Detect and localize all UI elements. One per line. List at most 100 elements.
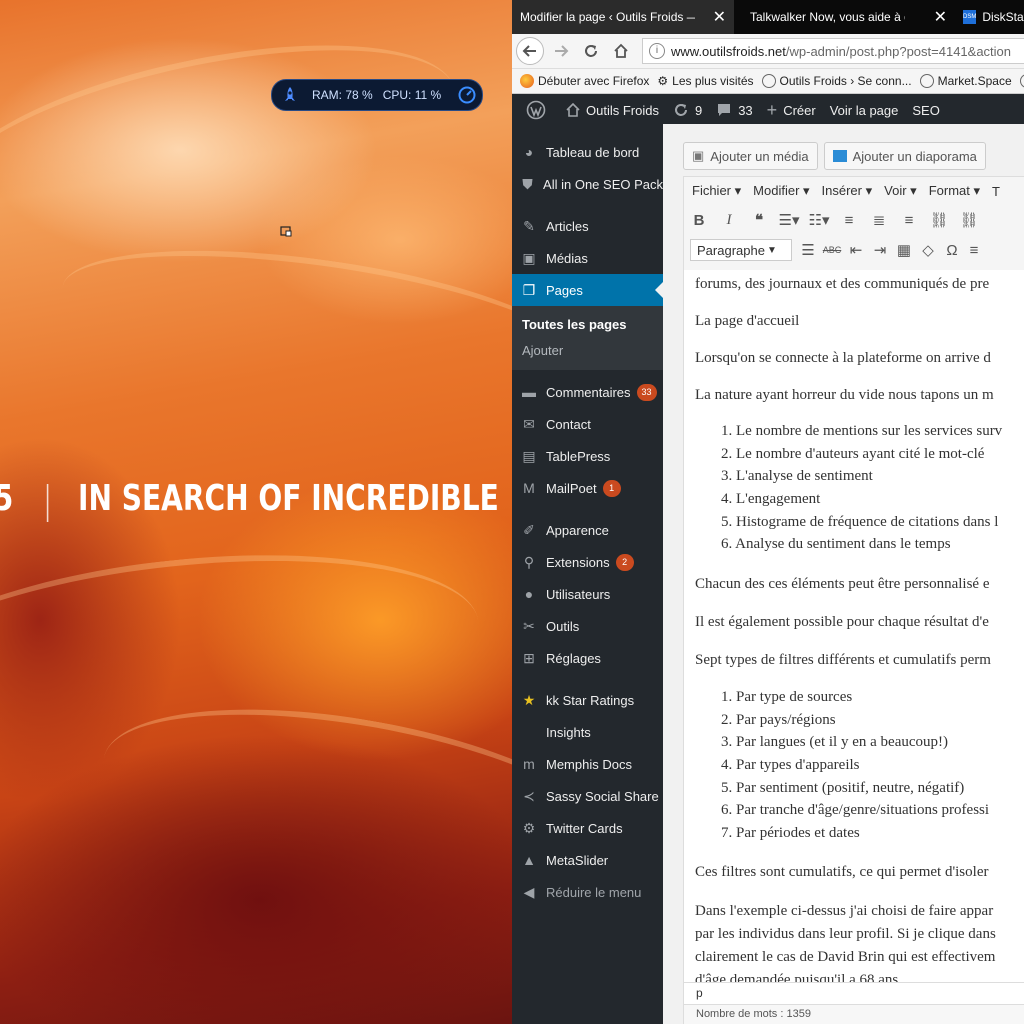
sidebar-item-tablepress[interactable]: ▤ TablePress <box>512 440 663 472</box>
updates-link[interactable]: 9 <box>673 102 702 118</box>
indent-icon[interactable]: ⇥ <box>868 241 892 259</box>
brush-icon: ✐ <box>523 521 535 538</box>
list-item: 7. Par périodes et dates <box>721 825 860 842</box>
info-icon[interactable]: i <box>649 43 665 59</box>
sidebar-item-twitter-cards[interactable]: ⚙ Twitter Cards <box>512 812 663 844</box>
menu-edit[interactable]: Modifier ▾ <box>753 183 809 199</box>
new-content-link[interactable]: + Créer <box>767 100 816 121</box>
sidebar-item-dashboard[interactable]: ◕ Tableau de bord <box>512 136 663 168</box>
sidebar-item-kkstar[interactable]: ★ kk Star Ratings <box>512 684 663 716</box>
paste-icon[interactable]: ▦ <box>892 241 916 259</box>
more-icon[interactable]: ≡ <box>964 242 984 259</box>
seo-menu[interactable]: SEO <box>912 103 939 118</box>
submenu-all-pages[interactable]: Toutes les pages <box>512 312 663 338</box>
sidebar-item-appearance[interactable]: ✐ Apparence <box>512 514 663 546</box>
view-page-link[interactable]: Voir la page <box>830 103 899 118</box>
home-icon <box>614 43 628 58</box>
submenu-add-page[interactable]: Ajouter <box>512 338 663 364</box>
extensions-badge: 2 <box>615 553 634 571</box>
strikethrough-icon[interactable]: ABC <box>820 245 844 255</box>
sidebar-item-memphis[interactable]: m Memphis Docs <box>512 748 663 780</box>
collapse-icon: ◀ <box>523 883 535 900</box>
editor-toolbar: Fichier ▾ Modifier ▾ Insérer ▾ Voir ▾ Fo… <box>683 176 1024 272</box>
sidebar-item-metaslider[interactable]: ▲ MetaSlider <box>512 844 663 876</box>
comments-count: 33 <box>738 102 753 118</box>
wp-admin-bar: Outils Froids 9 33 + Créer Voir la page … <box>512 94 1024 126</box>
sidebar-item-contact[interactable]: ✉ Contact <box>512 408 663 440</box>
sidebar-item-extensions[interactable]: ⚲ Extensions 2 <box>512 546 663 578</box>
sidebar-item-comments[interactable]: ▬ Commentaires 33 <box>512 376 663 408</box>
bookmark-more[interactable] <box>1019 74 1024 88</box>
sidebar-collapse[interactable]: ◀ Réduire le menu <box>512 876 663 908</box>
editor-icon-row-1: B I ❝ ☰▾ ☷▾ ≡ ≣ ≡ ⛓ ⛓ <box>684 205 1024 235</box>
share-icon: ≺ <box>523 787 535 804</box>
bookmark-outils-froids[interactable]: Outils Froids › Se conn... <box>761 74 912 88</box>
link-icon[interactable]: ⛓ <box>924 211 954 229</box>
list-item: 6. Par tranche d'âge/genre/situations pr… <box>721 802 990 819</box>
updates-count: 9 <box>694 102 703 118</box>
bold-icon[interactable]: B <box>684 212 714 229</box>
add-media-button[interactable]: ▣ Ajouter un média <box>683 142 818 170</box>
blockquote-icon[interactable]: ❝ <box>744 211 774 229</box>
system-monitor-widget[interactable]: RAM: 78 % CPU: 11 % <box>271 79 483 111</box>
tab-edit-page[interactable]: Modifier la page ‹ Outils Froids — W ✕ <box>512 0 734 34</box>
sidebar-item-insights[interactable]: Insights <box>512 716 663 748</box>
justify-icon[interactable]: ☰ <box>796 241 820 259</box>
menu-insert[interactable]: Insérer ▾ <box>822 183 873 199</box>
numbered-list-icon[interactable]: ☷▾ <box>804 211 834 229</box>
tab-talkwalker[interactable]: Talkwalker Now, vous aide à dé ✕ <box>734 0 955 34</box>
add-media-label: Ajouter un média <box>710 148 809 164</box>
wp-logo-button[interactable] <box>526 100 552 120</box>
sidebar-item-mailpoet[interactable]: M MailPoet 1 <box>512 472 663 504</box>
unlink-icon[interactable]: ⛓ <box>954 211 984 229</box>
menu-format[interactable]: Format ▾ <box>929 183 980 199</box>
bookmark-firefox[interactable]: Débuter avec Firefox <box>520 74 649 88</box>
paragraph: Dans l'exemple ci-dessus j'ai choisi de … <box>695 903 994 919</box>
menu-file[interactable]: Fichier ▾ <box>692 183 741 199</box>
mountain-icon: ▲ <box>522 852 536 868</box>
paragraph: Chacun des ces éléments peut être person… <box>695 576 990 592</box>
tab-diskstation[interactable]: DSM DiskStation <box>955 0 1024 34</box>
format-select-value: Paragraphe <box>697 242 765 258</box>
back-button[interactable] <box>516 37 544 65</box>
desktop-icon[interactable] <box>280 225 292 237</box>
align-center-icon[interactable]: ≣ <box>864 211 894 229</box>
sidebar-item-aioseo[interactable]: ⛊ All in One SEO Pack <box>512 168 663 200</box>
sidebar-item-pages[interactable]: ❐ Pages <box>512 274 663 306</box>
media-buttons: ▣ Ajouter un média Ajouter un diaporama <box>683 142 992 170</box>
close-icon[interactable]: ✕ <box>713 7 726 27</box>
format-select[interactable]: Paragraphe ▼ <box>690 239 792 261</box>
url-bar[interactable]: i www.outilsfroids.net /wp-admin/post.ph… <box>642 38 1024 64</box>
close-icon[interactable]: ✕ <box>934 7 947 27</box>
menu-table[interactable]: T <box>992 184 1000 199</box>
menu-view[interactable]: Voir ▾ <box>884 183 917 199</box>
italic-icon[interactable]: I <box>714 212 744 229</box>
editor-content[interactable]: forums, des journaux et des communiqués … <box>683 270 1024 982</box>
bookmark-marketspace[interactable]: Market.Space <box>919 74 1012 88</box>
comments-link[interactable]: 33 <box>716 102 753 118</box>
eraser-icon[interactable]: ◇ <box>916 241 940 259</box>
sidebar-item-label: Tableau de bord <box>546 144 640 160</box>
page-icon: ❐ <box>522 281 536 298</box>
sidebar-item-articles[interactable]: ✎ Articles <box>512 210 663 242</box>
outdent-icon[interactable]: ⇤ <box>844 241 868 259</box>
site-name-link[interactable]: Outils Froids <box>566 103 659 118</box>
reload-button[interactable] <box>578 38 604 64</box>
align-right-icon[interactable]: ≡ <box>894 212 924 229</box>
bullet-list-icon[interactable]: ☰▾ <box>774 211 804 229</box>
sidebar-item-sassy[interactable]: ≺ Sassy Social Share <box>512 780 663 812</box>
sidebar-item-medias[interactable]: ▣ Médias <box>512 242 663 274</box>
home-button[interactable] <box>608 38 634 64</box>
chevron-down-icon: ▼ <box>767 244 777 256</box>
sidebar-item-tools[interactable]: ✂ Outils <box>512 610 663 642</box>
sidebar-item-settings[interactable]: ⊞ Réglages <box>512 642 663 674</box>
wp-admin-sidebar: ◕ Tableau de bord ⛊ All in One SEO Pack ✎ A… <box>512 124 663 1024</box>
bookmark-most-visited[interactable]: ⚙ Les plus visités <box>657 74 753 88</box>
tab-label: Modifier la page ‹ Outils Froids — W <box>520 10 695 24</box>
forward-button[interactable] <box>548 38 574 64</box>
add-slideshow-button[interactable]: Ajouter un diaporama <box>823 142 986 170</box>
element-path-value[interactable]: p <box>696 986 703 1000</box>
align-left-icon[interactable]: ≡ <box>834 212 864 229</box>
sidebar-item-users[interactable]: ● Utilisateurs <box>512 578 663 610</box>
omega-icon[interactable]: Ω <box>940 242 964 259</box>
